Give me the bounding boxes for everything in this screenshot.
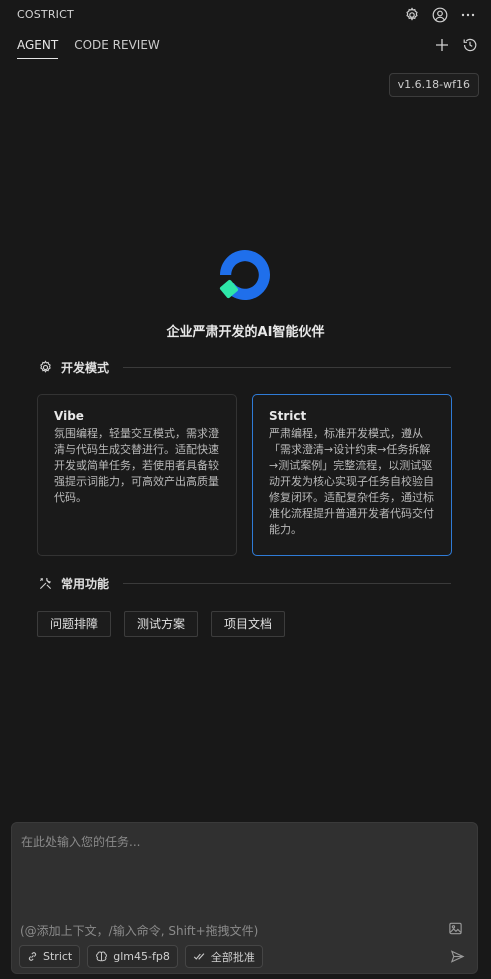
divider	[123, 583, 451, 584]
common-functions-list: 问题排障 测试方案 项目文档	[37, 611, 286, 637]
mode-select-label: Strict	[43, 950, 73, 963]
mode-card-title: Vibe	[54, 409, 84, 423]
chip-test-plan[interactable]: 测试方案	[124, 611, 199, 637]
model-select[interactable]: glm45-fp8	[87, 945, 178, 968]
mode-card-vibe[interactable]: Vibe 氛围编程，轻量交互模式，需求澄清与代码生成交替进行。适配快速开发或简单…	[37, 394, 237, 556]
mode-card-title: Strict	[269, 409, 307, 423]
common-functions-heading: 常用功能	[37, 575, 451, 592]
history-icon[interactable]	[461, 36, 479, 54]
mode-card-description: 严肃编程，标准开发模式，遵从「需求澄清→设计约束→任务拆解→测试案例」完整流程，…	[269, 427, 434, 536]
tab-bar: AGENT CODE REVIEW	[17, 38, 160, 59]
app-title: COSTRICT	[17, 8, 74, 21]
approve-all-label: 全部批准	[210, 950, 255, 964]
more-icon[interactable]	[459, 6, 477, 24]
mode-card-description: 氛围编程，轻量交互模式，需求澄清与代码生成交替进行。适配快速开发或简单任务，若使…	[54, 427, 219, 504]
link-icon	[27, 951, 38, 962]
divider	[123, 367, 451, 368]
brain-icon	[95, 950, 108, 963]
dev-mode-label: 开发模式	[61, 361, 110, 375]
gear-icon[interactable]	[403, 6, 421, 24]
common-functions-label: 常用功能	[61, 577, 110, 591]
mode-select[interactable]: Strict	[19, 945, 81, 968]
tab-code-review[interactable]: CODE REVIEW	[74, 38, 160, 59]
tab-actions	[433, 36, 479, 54]
double-check-icon	[193, 950, 206, 963]
composer-hint: (@添加上下文，/输入命令, Shift+拖拽文件)	[20, 924, 259, 938]
account-icon[interactable]	[431, 6, 449, 24]
tab-agent[interactable]: AGENT	[17, 38, 59, 59]
model-select-label: glm45-fp8	[113, 950, 170, 963]
mode-card-strict[interactable]: Strict 严肃编程，标准开发模式，遵从「需求澄清→设计约束→任务拆解→测试案…	[252, 394, 452, 556]
title-actions	[403, 6, 477, 24]
approve-all-toggle[interactable]: 全部批准	[184, 945, 263, 968]
version-badge: v1.6.18-wf16	[388, 73, 479, 97]
composer-toolbar: Strict glm45-fp8 全部批准	[19, 945, 263, 968]
image-icon[interactable]	[446, 919, 464, 937]
gear-icon	[37, 360, 53, 376]
send-icon[interactable]	[448, 947, 466, 965]
costrict-logo	[214, 244, 276, 306]
title-bar: COSTRICT	[0, 0, 491, 30]
chip-project-docs[interactable]: 项目文档	[211, 611, 286, 637]
dev-mode-heading: 开发模式	[37, 359, 451, 376]
chip-troubleshooting[interactable]: 问题排障	[37, 611, 112, 637]
tools-icon	[37, 576, 53, 592]
task-composer: (@添加上下文，/输入命令, Shift+拖拽文件) Strict glm45-…	[11, 822, 478, 974]
hero-tagline: 企业严肃开发的AI智能伙伴	[166, 325, 325, 340]
task-input[interactable]	[12, 823, 477, 913]
plus-icon[interactable]	[433, 36, 451, 54]
